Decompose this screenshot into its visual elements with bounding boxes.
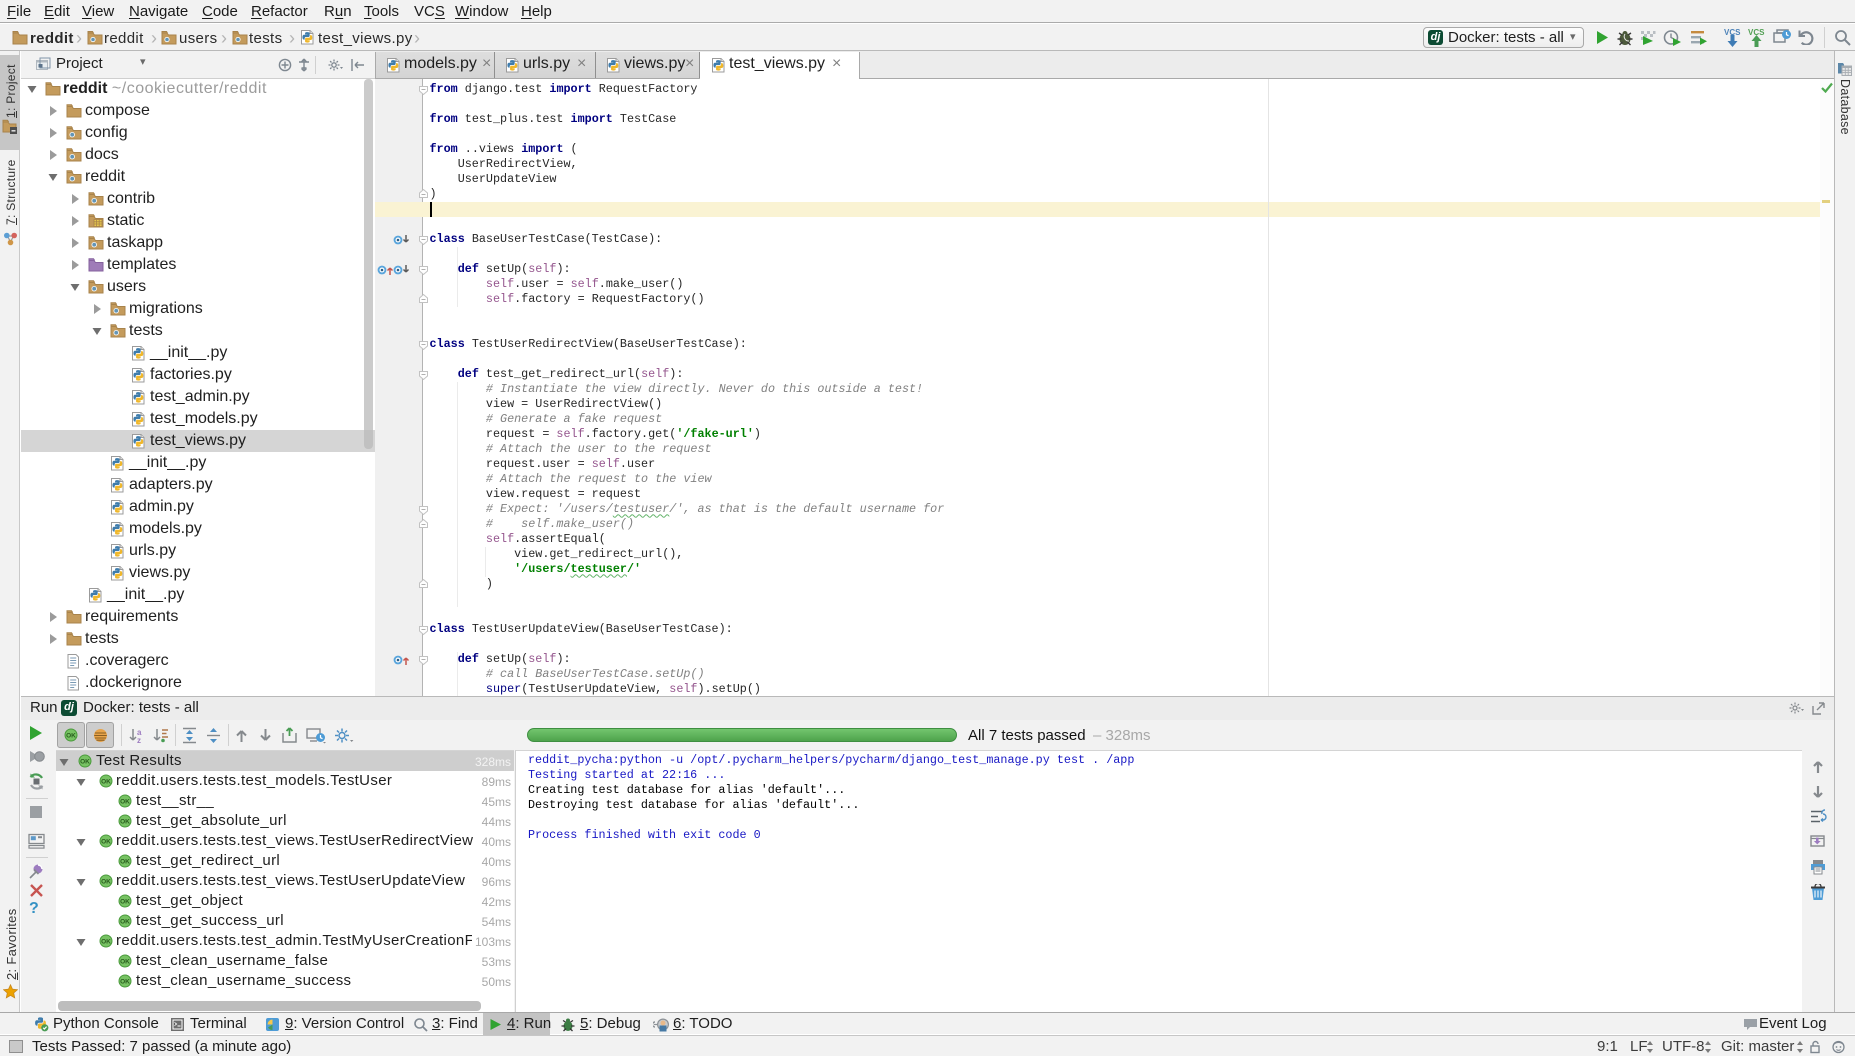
svg-text:z: z [137,736,141,744]
